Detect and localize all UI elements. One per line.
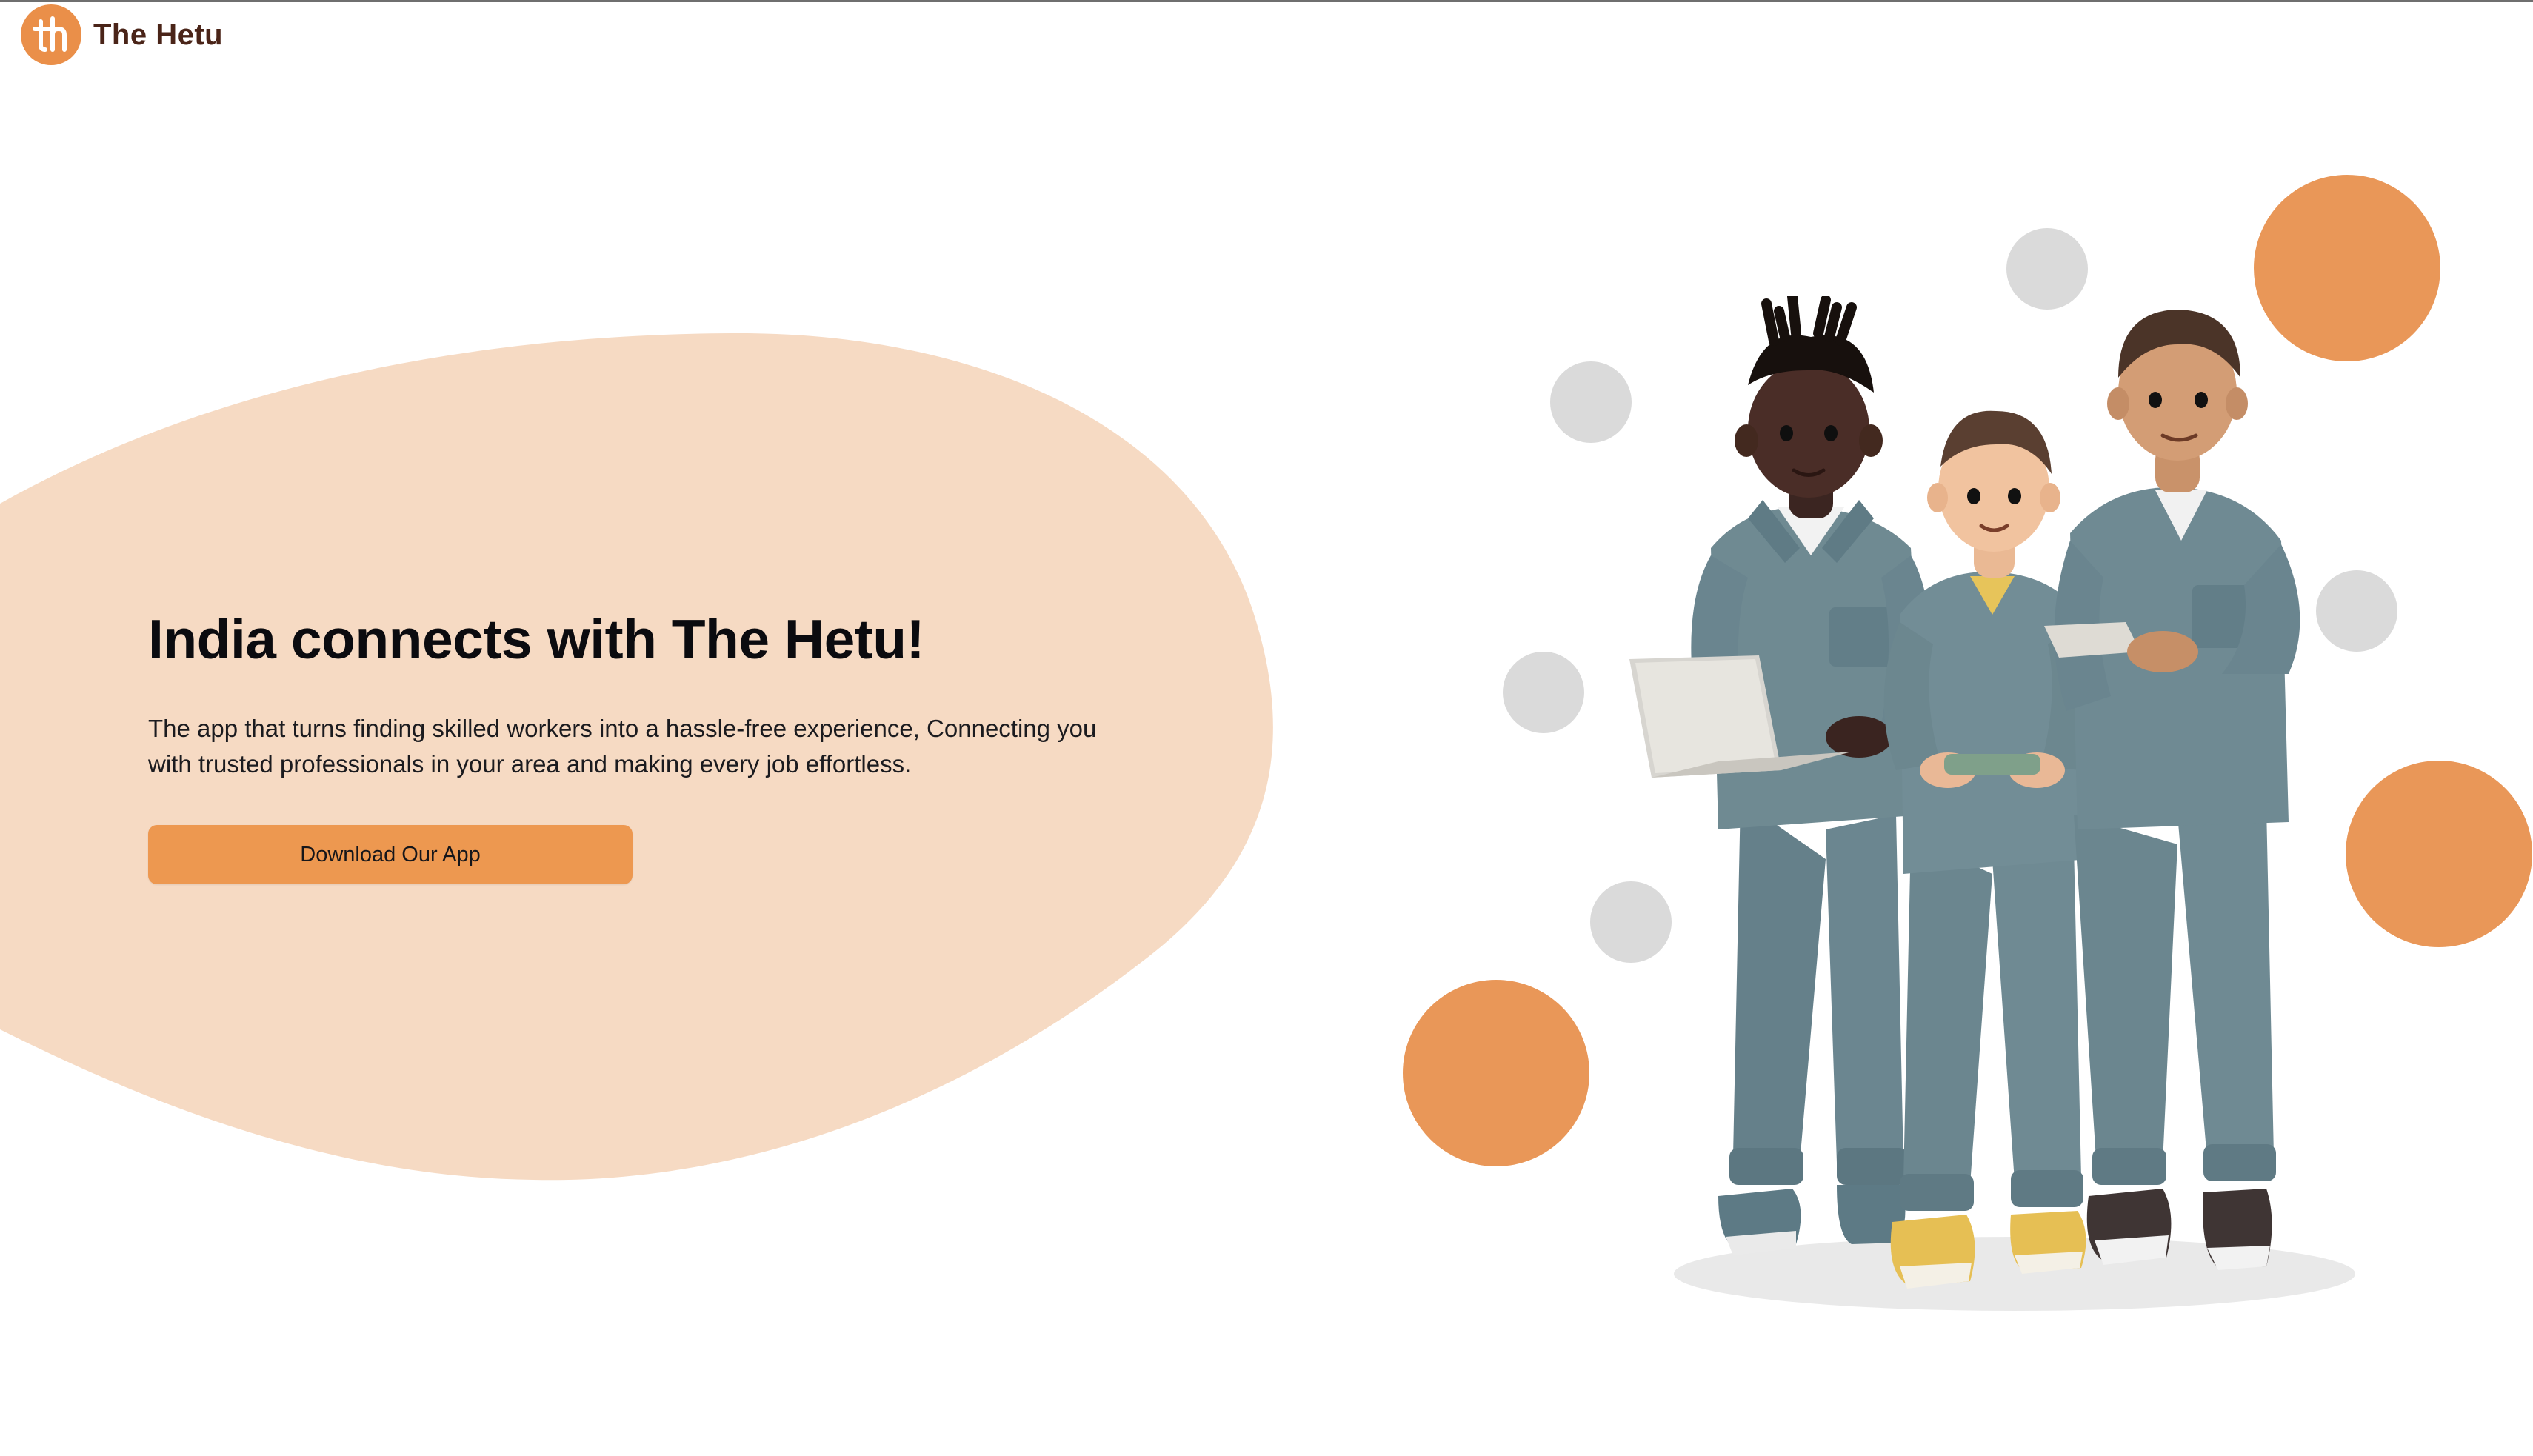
worker-middle bbox=[1883, 410, 2096, 1289]
hero-title: India connects with The Hetu! bbox=[148, 608, 925, 670]
hero-section: India connects with The Hetu! The app th… bbox=[148, 607, 1185, 885]
three-workers-illustration bbox=[1629, 296, 2355, 1311]
decor-circle-gray bbox=[1503, 652, 1584, 733]
brand-name: The Hetu bbox=[93, 18, 224, 51]
brand-logo-link[interactable]: The Hetu bbox=[21, 4, 223, 65]
hetu-logo-icon bbox=[21, 4, 81, 65]
decor-circle-orange bbox=[2346, 761, 2532, 947]
worker-right bbox=[2044, 310, 2300, 1270]
worker-left bbox=[1629, 296, 1931, 1255]
hero-description: The app that turns finding skilled worke… bbox=[148, 715, 1097, 778]
download-app-button[interactable]: Download Our App bbox=[148, 825, 633, 885]
decor-circle-orange bbox=[1403, 980, 1589, 1166]
landing-page: The Hetu India connects with The Hetu! T… bbox=[0, 0, 2533, 1456]
